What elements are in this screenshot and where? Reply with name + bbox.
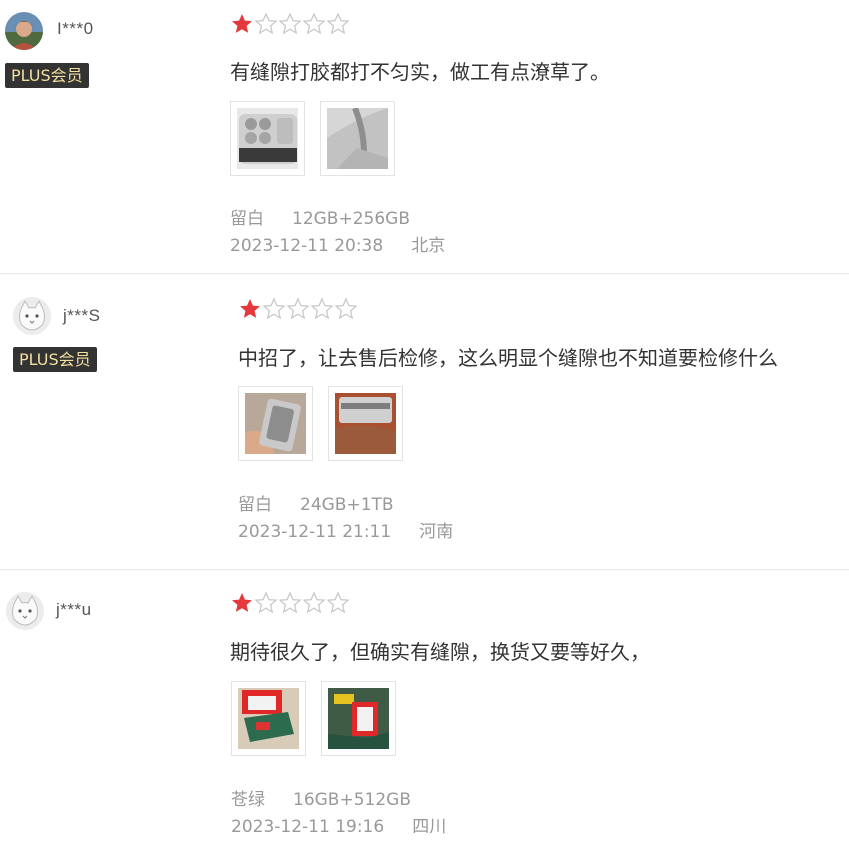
- star-empty-icon: [302, 591, 326, 615]
- review-item: j***S PLUS会员 中招了，让去售后检修，这么明显个缝隙也不知道要检修什么: [0, 274, 849, 570]
- variant-color: 留白: [230, 209, 264, 229]
- star-empty-icon: [302, 12, 326, 36]
- star-empty-icon: [262, 297, 286, 321]
- review-location: 北京: [411, 236, 446, 256]
- review-meta: 2023-12-11 19:16 四川: [231, 812, 446, 837]
- star-empty-icon: [254, 12, 278, 36]
- review-images: [238, 386, 403, 461]
- user-avatar[interactable]: [13, 297, 51, 335]
- star-rating: [238, 297, 358, 321]
- username: j***S: [63, 306, 101, 325]
- review-images: [230, 101, 395, 176]
- username: I***0: [57, 19, 94, 38]
- plus-member-badge: PLUS会员: [13, 347, 97, 372]
- star-empty-icon: [254, 591, 278, 615]
- product-variant: 留白 12GB+256GB: [230, 204, 410, 229]
- star-empty-icon: [310, 297, 334, 321]
- review-text: 期待很久了，但确实有缝隙，换货又要等好久，: [230, 640, 650, 664]
- review-time: 2023-12-11 21:11: [238, 522, 392, 542]
- variant-spec: 12GB+256GB: [292, 209, 410, 229]
- username: j***u: [56, 600, 92, 619]
- review-image-thumbnail[interactable]: [328, 386, 403, 461]
- star-filled-icon: [238, 297, 262, 321]
- review-images: [231, 681, 396, 756]
- star-rating: [230, 12, 350, 36]
- star-filled-icon: [230, 591, 254, 615]
- star-empty-icon: [334, 297, 358, 321]
- review-text: 有缝隙打胶都打不匀实，做工有点潦草了。: [230, 60, 610, 84]
- star-empty-icon: [326, 591, 350, 615]
- star-empty-icon: [278, 591, 302, 615]
- product-variant: 苍绿 16GB+512GB: [231, 785, 411, 810]
- variant-color: 留白: [238, 495, 272, 515]
- review-image-thumbnail[interactable]: [230, 101, 305, 176]
- plus-member-badge: PLUS会员: [5, 63, 89, 88]
- review-time: 2023-12-11 20:38: [230, 236, 384, 256]
- star-rating: [230, 591, 350, 615]
- review-item: j***u 期待很久了，但确实有缝隙，换货又要等好久， 苍绿 16GB+512G…: [0, 570, 849, 846]
- review-meta: 2023-12-11 20:38 北京: [230, 231, 445, 256]
- star-filled-icon: [230, 12, 254, 36]
- star-empty-icon: [326, 12, 350, 36]
- review-location: 河南: [419, 522, 454, 542]
- review-image-thumbnail[interactable]: [231, 681, 306, 756]
- variant-color: 苍绿: [231, 790, 265, 810]
- star-empty-icon: [286, 297, 310, 321]
- product-variant: 留白 24GB+1TB: [238, 490, 394, 515]
- review-location: 四川: [412, 817, 447, 837]
- star-empty-icon: [278, 12, 302, 36]
- review-item: I***0 PLUS会员 有缝隙打胶都打不匀实，做工有点潦草了。 留白 12GB…: [0, 0, 849, 274]
- review-image-thumbnail[interactable]: [320, 101, 395, 176]
- user-avatar[interactable]: [6, 592, 44, 630]
- review-image-thumbnail[interactable]: [238, 386, 313, 461]
- user-avatar[interactable]: [5, 12, 43, 50]
- review-text: 中招了，让去售后检修，这么明显个缝隙也不知道要检修什么: [238, 346, 778, 370]
- review-image-thumbnail[interactable]: [321, 681, 396, 756]
- variant-spec: 16GB+512GB: [293, 790, 411, 810]
- review-time: 2023-12-11 19:16: [231, 817, 385, 837]
- variant-spec: 24GB+1TB: [300, 495, 394, 515]
- review-meta: 2023-12-11 21:11 河南: [238, 517, 453, 542]
